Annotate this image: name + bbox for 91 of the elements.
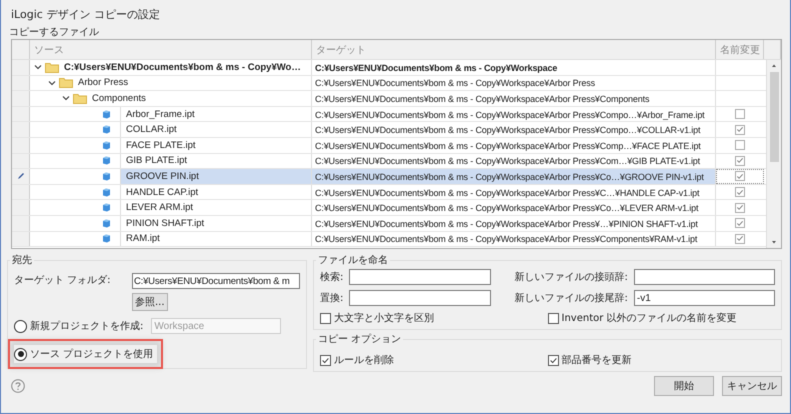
field-label: 置換: [320, 292, 344, 305]
window-title: iLogic デザイン コピーの設定 [10, 7, 161, 23]
table-row[interactable]: LEVER ARM.ipt C:¥Users¥ENU¥Documents¥bom & ms - Copy¥Workspace¥Arbor Press¥Co…¥LEVER ARM-v1.ipt [12, 200, 766, 216]
cube-icon [102, 234, 111, 244]
text-field[interactable] [634, 269, 775, 285]
target-cell: C:¥Users¥ENU¥Documents¥bom & ms - Copy¥Workspace¥Arbor Press¥Comp…¥FACE PLATE.ipt [312, 138, 716, 153]
table-row[interactable]: COLLAR.ipt C:¥Users¥ENU¥Documents¥bom & ms - Copy¥Workspace¥Arbor Press¥Compo…¥COLLAR-v1.ipt [12, 122, 766, 138]
rename-checkbox[interactable] [735, 202, 745, 213]
rename-checkbox[interactable] [735, 156, 745, 166]
source-name: Arbor_Frame.ipt [120, 106, 311, 122]
dialog-button[interactable]: 開始 [654, 376, 714, 396]
text-field[interactable]: -v1 [634, 290, 775, 306]
table-row[interactable]: FACE PLATE.ipt C:¥Users¥ENU¥Documents¥bom & ms - Copy¥Workspace¥Arbor Press¥Comp…¥FACE PLATE.ipt [12, 138, 766, 154]
chevron-icon[interactable] [62, 94, 70, 102]
field-label: 新しいファイルの接頭辞: [514, 270, 628, 284]
chevron-icon[interactable] [48, 78, 56, 87]
target-cell: C:¥Users¥ENU¥Documents¥bom & ms - Copy¥Workspace [312, 60, 716, 75]
cube-icon [102, 125, 111, 134]
table-row[interactable]: GIB PLATE.ipt C:¥Users¥ENU¥Documents¥bom & ms - Copy¥Workspace¥Arbor Press¥Com…¥GIB PLATE-v1.ipt [12, 154, 766, 170]
checkbox-label[interactable]: 大文字と小文字を区別 [334, 311, 434, 325]
target-cell: C:¥Users¥ENU¥Documents¥bom & ms - Copy¥Workspace¥Arbor Press¥Compo…¥Arbor_Frame.ipt [312, 106, 716, 122]
source-name: Components [91, 92, 146, 104]
source-name: PINION SHAFT.ipt [120, 216, 311, 231]
checkbox-label[interactable]: ルールを削除 [334, 353, 394, 367]
target-cell: C:¥Users¥ENU¥Documents¥bom & ms - Copy¥Workspace¥Arbor Press¥Components¥RAM-v1.ipt [312, 232, 716, 246]
rename-checkbox[interactable] [735, 234, 745, 244]
group-title: 宛先 [11, 254, 33, 267]
scrollbar[interactable] [766, 60, 781, 248]
cube-icon [102, 140, 111, 150]
cube-icon [102, 110, 111, 119]
group-title: コピーするファイル [8, 26, 100, 39]
target-cell: C:¥Users¥ENU¥Documents¥bom & ms - Copy¥Workspace¥Arbor Press¥C…¥HANDLE CAP-v1.ipt [312, 184, 716, 200]
source-name: LEVER ARM.ipt [120, 200, 311, 215]
target-cell: C:¥Users¥ENU¥Documents¥bom & ms - Copy¥Workspace¥Arbor Press¥Compo…¥COLLAR-v1.ipt [312, 122, 716, 137]
browse-button[interactable]: 参照... [132, 293, 168, 311]
target-cell: C:¥Users¥ENU¥Documents¥bom & ms - Copy¥Workspace¥Arbor Press¥Com…¥GIB PLATE-v1.ipt [312, 154, 716, 168]
rename-checkbox[interactable] [735, 140, 745, 150]
scroll-thumb[interactable] [770, 72, 778, 162]
table-row[interactable]: Arbor Press C:¥Users¥ENU¥Documents¥bom & ms - Copy¥Workspace¥Arbor Press [12, 76, 766, 92]
table-row[interactable]: RAM.ipt C:¥Users¥ENU¥Documents¥bom & ms - Copy¥Workspace¥Arbor Press¥Components¥RAM-v1.ipt [12, 232, 766, 248]
source-name: Arbor Press [77, 77, 128, 88]
source-name: GROOVE PIN.ipt [120, 169, 311, 184]
radio-label[interactable]: 新規プロジェクトを作成: [30, 319, 144, 333]
source-name: FACE PLATE.ipt [120, 138, 311, 153]
target-cell: C:¥Users¥ENU¥Documents¥bom & ms - Copy¥Workspace¥Arbor Press¥…¥PINION SHAFT-v1.ipt [312, 216, 716, 231]
cube-icon [102, 218, 111, 228]
radio-label[interactable]: ソース プロジェクトを使用 [30, 347, 154, 361]
target-cell: C:¥Users¥ENU¥Documents¥bom & ms - Copy¥Workspace¥Arbor Press¥Components [312, 91, 716, 106]
radio-button[interactable] [14, 348, 27, 360]
source-name: GIB PLATE.ipt [120, 154, 311, 168]
target-cell: C:¥Users¥ENU¥Documents¥bom & ms - Copy¥Workspace¥Arbor Press¥Co…¥GROOVE PIN-v1.ipt [312, 169, 716, 184]
checkbox[interactable] [320, 312, 331, 324]
field-label: ターゲット フォルダ: [14, 274, 111, 288]
rename-checkbox[interactable] [735, 187, 745, 198]
checkbox-label[interactable]: 部品番号を更新 [562, 353, 632, 367]
table-row[interactable]: GROOVE PIN.ipt C:¥Users¥ENU¥Documents¥bom & ms - Copy¥Workspace¥Arbor Press¥Co…¥GROOVE PIN-v1.ipt [12, 169, 766, 185]
rename-checkbox[interactable] [735, 109, 745, 120]
radio-button[interactable] [14, 320, 27, 332]
field-label: 検索: [320, 270, 344, 284]
text-field[interactable] [349, 269, 490, 285]
rename-checkbox[interactable] [735, 124, 745, 135]
source-name: C:¥Users¥ENU¥Documents¥bom & ms - Copy¥Wo… [63, 62, 301, 73]
checkbox[interactable] [320, 354, 331, 366]
cube-icon [102, 203, 111, 212]
source-name: HANDLE CAP.ipt [120, 184, 311, 200]
table-row[interactable]: C:¥Users¥ENU¥Documents¥bom & ms - Copy¥Wo… C:¥Users¥ENU¥Documents¥bom & ms - Copy¥Workspace [12, 60, 766, 76]
pencil-icon [16, 172, 24, 180]
field-label: 新しいファイルの接尾辞: [514, 292, 628, 305]
table-row[interactable]: Components C:¥Users¥ENU¥Documents¥bom & ms - Copy¥Workspace¥Arbor Press¥Components [12, 91, 766, 107]
chevron-icon[interactable] [34, 63, 42, 72]
source-name: RAM.ipt [120, 232, 311, 246]
table-row[interactable]: PINION SHAFT.ipt C:¥Users¥ENU¥Documents¥bom & ms - Copy¥Workspace¥Arbor Press¥…¥PINION SHAFT-v1.ipt [12, 216, 766, 232]
checkbox[interactable] [548, 354, 558, 366]
rename-checkbox[interactable] [735, 218, 745, 228]
source-name: COLLAR.ipt [120, 122, 311, 137]
group-title: ファイルを命名 [317, 254, 389, 267]
checkbox-label[interactable]: Inventor 以外のファイルの名前を変更 [562, 311, 737, 325]
help-icon[interactable] [11, 379, 25, 393]
text-field[interactable] [349, 290, 490, 306]
cube-icon [102, 156, 111, 166]
group-title: コピー オプション [317, 332, 402, 346]
table-row[interactable]: HANDLE CAP.ipt C:¥Users¥ENU¥Documents¥bom & ms - Copy¥Workspace¥Arbor Press¥C…¥HANDLE CAP-v1.ipt [12, 184, 766, 200]
target-folder-field[interactable]: C:¥Users¥ENU¥Documents¥bom & m [132, 273, 300, 289]
rename-checkbox[interactable] [735, 171, 745, 182]
table-row[interactable]: Arbor_Frame.ipt C:¥Users¥ENU¥Documents¥bom & ms - Copy¥Workspace¥Arbor Press¥Compo…¥Arbor_Frame.ipt [12, 106, 766, 122]
target-cell: C:¥Users¥ENU¥Documents¥bom & ms - Copy¥Workspace¥Arbor Press¥Co…¥LEVER ARM-v1.ipt [312, 200, 716, 215]
cube-icon [102, 172, 111, 181]
dialog-button[interactable]: キャンセル [722, 376, 782, 396]
checkbox[interactable] [548, 312, 558, 324]
cube-icon [102, 188, 111, 197]
target-cell: C:¥Users¥ENU¥Documents¥bom & ms - Copy¥Workspace¥Arbor Press [312, 76, 716, 90]
